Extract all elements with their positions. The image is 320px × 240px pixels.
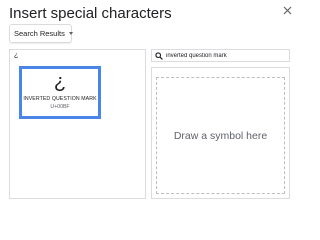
close-icon[interactable] xyxy=(281,4,293,16)
dialog-title: Insert special characters xyxy=(9,5,172,22)
drawing-canvas[interactable]: Draw a symbol here xyxy=(156,77,285,194)
category-dropdown[interactable]: Search Results xyxy=(9,24,73,43)
search-results-panel: ¿ ¿ INVERTED QUESTION MARK U+00BF xyxy=(9,49,146,199)
draw-hint: Draw a symbol here xyxy=(173,130,268,142)
draw-panel: Draw a symbol here xyxy=(151,67,290,199)
character-name: INVERTED QUESTION MARK xyxy=(23,96,97,102)
chevron-down-icon xyxy=(68,32,73,35)
category-dropdown-label: Search Results xyxy=(14,29,65,38)
selected-character-preview: ¿ xyxy=(14,52,19,59)
search-box xyxy=(151,49,290,62)
search-icon xyxy=(155,51,163,60)
character-glyph: ¿ xyxy=(53,71,67,93)
character-code: U+00BF xyxy=(50,104,70,110)
search-input[interactable] xyxy=(163,50,286,61)
character-tile[interactable]: ¿ INVERTED QUESTION MARK U+00BF xyxy=(19,66,101,119)
